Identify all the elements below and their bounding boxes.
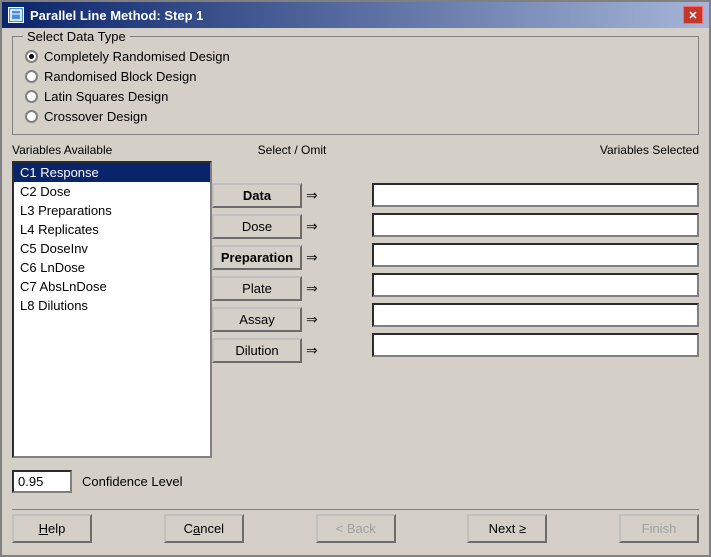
radio-crossover-label: Crossover Design	[44, 109, 147, 124]
arrow-icon: ⇒	[306, 342, 318, 359]
radio-crossover-circle[interactable]	[25, 110, 38, 123]
close-button[interactable]: ✕	[683, 6, 703, 24]
select-omit-row: Preparation⇒	[212, 245, 372, 270]
selected-field-1	[372, 213, 699, 237]
data-type-group: Select Data Type Completely Randomised D…	[12, 36, 699, 135]
variables-available-header: Variables Available	[12, 143, 212, 157]
variable-item[interactable]: C5 DoseInv	[14, 239, 210, 258]
cancel-button[interactable]: Cancel	[164, 514, 244, 543]
selected-field-0	[372, 183, 699, 207]
window-title: Parallel Line Method: Step 1	[30, 8, 203, 23]
selected-field-4	[372, 303, 699, 327]
variable-item[interactable]: C7 AbsLnDose	[14, 277, 210, 296]
variable-item[interactable]: C2 Dose	[14, 182, 210, 201]
radio-latin-squares-label: Latin Squares Design	[44, 89, 168, 104]
select-omit-buttons: Data⇒Dose⇒Preparation⇒Plate⇒Assay⇒Diluti…	[212, 183, 372, 363]
confidence-input[interactable]	[12, 470, 72, 493]
variables-selected-panel: Variables Selected	[372, 143, 699, 458]
select-omit-row: Plate⇒	[212, 276, 372, 301]
select-omit-row: Assay⇒	[212, 307, 372, 332]
variable-item[interactable]: L3 Preparations	[14, 201, 210, 220]
variable-item[interactable]: C6 LnDose	[14, 258, 210, 277]
confidence-row: Confidence Level	[12, 466, 699, 497]
arrow-icon: ⇒	[306, 187, 318, 204]
arrow-icon: ⇒	[306, 280, 318, 297]
main-window: Parallel Line Method: Step 1 ✕ Select Da…	[0, 0, 711, 557]
select-omit-row: Dose⇒	[212, 214, 372, 239]
selected-field-5	[372, 333, 699, 357]
select-btn-dilution[interactable]: Dilution	[212, 338, 302, 363]
next-button[interactable]: Next ≥	[467, 514, 547, 543]
variable-item[interactable]: L4 Replicates	[14, 220, 210, 239]
back-button: < Back	[316, 514, 396, 543]
radio-latin-squares[interactable]: Latin Squares Design	[25, 89, 686, 104]
window-content: Select Data Type Completely Randomised D…	[2, 28, 709, 555]
selected-fields	[372, 161, 699, 357]
selected-field-3	[372, 273, 699, 297]
main-section: Variables Available C1 ResponseC2 DoseL3…	[12, 143, 699, 458]
radio-randomised-block-label: Randomised Block Design	[44, 69, 196, 84]
variable-item[interactable]: C1 Response	[14, 163, 210, 182]
data-type-legend: Select Data Type	[23, 29, 130, 44]
select-btn-preparation[interactable]: Preparation	[212, 245, 302, 270]
variables-selected-header: Variables Selected	[372, 143, 699, 157]
variable-item[interactable]: L8 Dilutions	[14, 296, 210, 315]
radio-group: Completely Randomised Design Randomised …	[25, 49, 686, 124]
radio-completely-randomised-label: Completely Randomised Design	[44, 49, 230, 64]
radio-completely-randomised[interactable]: Completely Randomised Design	[25, 49, 686, 64]
finish-button: Finish	[619, 514, 699, 543]
select-omit-row: Dilution⇒	[212, 338, 372, 363]
select-omit-panel: Select / Omit Data⇒Dose⇒Preparation⇒Plat…	[212, 143, 372, 458]
confidence-label: Confidence Level	[82, 474, 182, 489]
variables-available-panel: Variables Available C1 ResponseC2 DoseL3…	[12, 143, 212, 458]
arrow-icon: ⇒	[306, 311, 318, 328]
radio-completely-randomised-circle[interactable]	[25, 50, 38, 63]
variables-list[interactable]: C1 ResponseC2 DoseL3 PreparationsL4 Repl…	[12, 161, 212, 458]
selected-field-2	[372, 243, 699, 267]
radio-crossover[interactable]: Crossover Design	[25, 109, 686, 124]
window-icon	[8, 7, 24, 23]
title-bar: Parallel Line Method: Step 1 ✕	[2, 2, 709, 28]
select-btn-plate[interactable]: Plate	[212, 276, 302, 301]
arrow-icon: ⇒	[306, 218, 318, 235]
radio-latin-squares-circle[interactable]	[25, 90, 38, 103]
select-btn-assay[interactable]: Assay	[212, 307, 302, 332]
arrow-icon: ⇒	[306, 249, 318, 266]
title-bar-left: Parallel Line Method: Step 1	[8, 7, 203, 23]
radio-randomised-block-circle[interactable]	[25, 70, 38, 83]
select-omit-header: Select / Omit	[212, 143, 372, 157]
select-omit-row: Data⇒	[212, 183, 372, 208]
select-btn-data[interactable]: Data	[212, 183, 302, 208]
select-btn-dose[interactable]: Dose	[212, 214, 302, 239]
help-button[interactable]: Help	[12, 514, 92, 543]
radio-randomised-block[interactable]: Randomised Block Design	[25, 69, 686, 84]
bottom-buttons: Help Cancel < Back Next ≥ Finish	[12, 509, 699, 547]
